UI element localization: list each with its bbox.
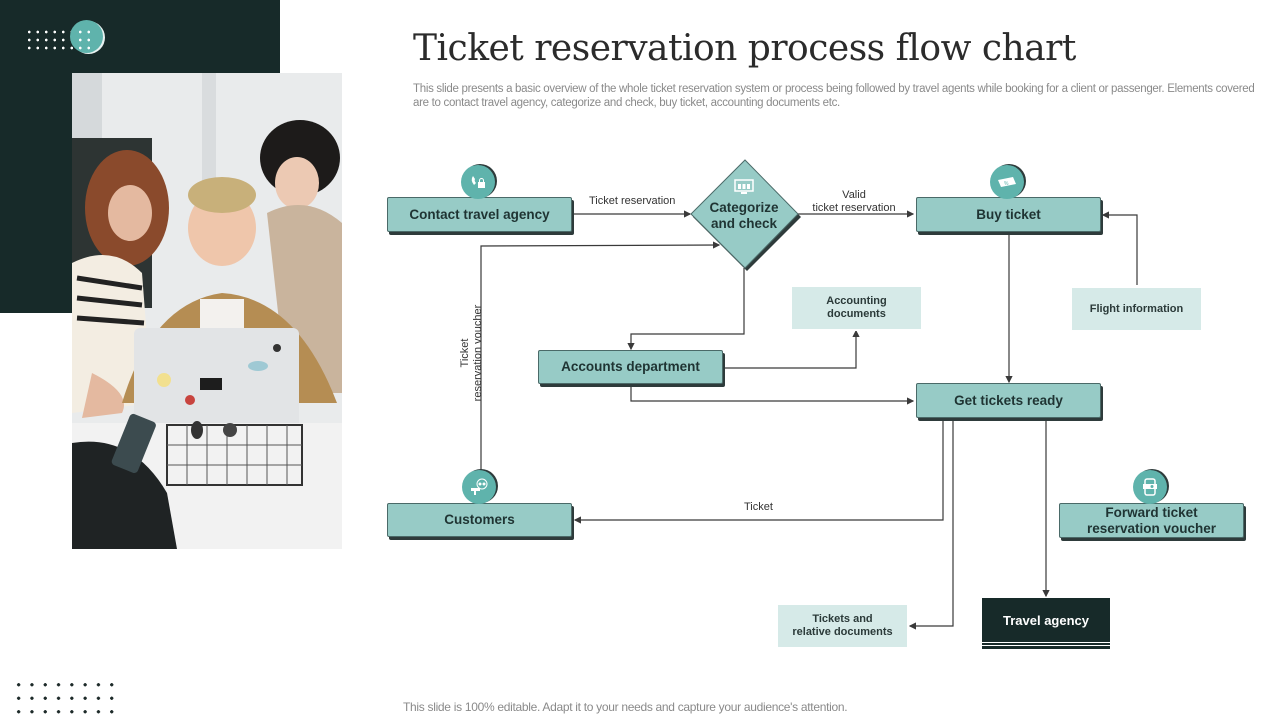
monitor-users-icon [734,179,754,200]
node-accounts-department[interactable]: Accounts department [538,350,723,384]
customers-label: Customers [444,512,515,527]
svg-text:%: % [1004,181,1009,187]
node-get-tickets-ready[interactable]: Get tickets ready [916,383,1101,418]
node-travel-agency[interactable]: Travel agency [982,598,1110,646]
node-contact-travel-agency[interactable]: Contact travel agency [387,197,572,232]
label-ticket: Ticket [744,501,773,513]
support-team-icon [462,470,496,504]
tickets-docs-line2: relative documents [792,626,893,638]
voucher-phone-icon [1133,470,1167,504]
node-contact-label: Contact travel agency [409,206,550,222]
label-valid-line2: ticket reservation [812,202,896,214]
accounting-line2: documents [827,308,886,320]
get-ready-label: Get tickets ready [954,392,1063,408]
categorize-line1: Categorize [709,200,779,215]
forward-line2: reservation voucher [1086,520,1217,536]
node-buy-label: Buy ticket [976,206,1041,222]
label-ticket-reservation: Ticket reservation [589,195,676,207]
edge-accounts-to-docs [723,329,860,369]
node-tickets-relative-documents[interactable]: Tickets and relative documents [778,603,907,649]
label-voucher-line2: reservation voucher [472,304,484,402]
flight-info-label: Flight information [1089,302,1184,315]
node-flight-information[interactable]: Flight information [1072,286,1201,332]
node-buy-ticket[interactable]: Buy ticket [916,197,1101,232]
accounting-line1: Accounting [826,295,887,307]
label-valid-line1: Valid [842,189,866,201]
node-customers[interactable]: Customers [387,503,572,537]
edge-flight-to-buy [1101,211,1138,285]
label-voucher-line1: Ticket [459,338,471,368]
label-ticket-reservation-voucher: Ticket reservation voucher [459,293,485,413]
categorize-line2: and check [710,216,778,231]
node-accounting-documents[interactable]: Accounting documents [792,285,921,331]
travel-agency-label: Travel agency [1003,612,1089,628]
node-forward-ticket-reservation-voucher[interactable]: Forward ticket reservation voucher [1059,503,1244,538]
edge-get-ready-to-docs [908,418,954,630]
node-categorize-and-check[interactable]: Categorize and check [698,200,790,232]
forward-line1: Forward ticket [1105,504,1198,520]
accounts-dept-label: Accounts department [561,359,700,374]
edge-accounts-to-get-ready [630,384,915,405]
phone-lock-icon [461,165,495,199]
label-valid-ticket-reservation: Valid ticket reservation [812,189,896,215]
ticket-icon: % [990,165,1024,199]
tickets-docs-line1: Tickets and [812,613,873,625]
edge-categorize-to-accounts [627,268,745,351]
